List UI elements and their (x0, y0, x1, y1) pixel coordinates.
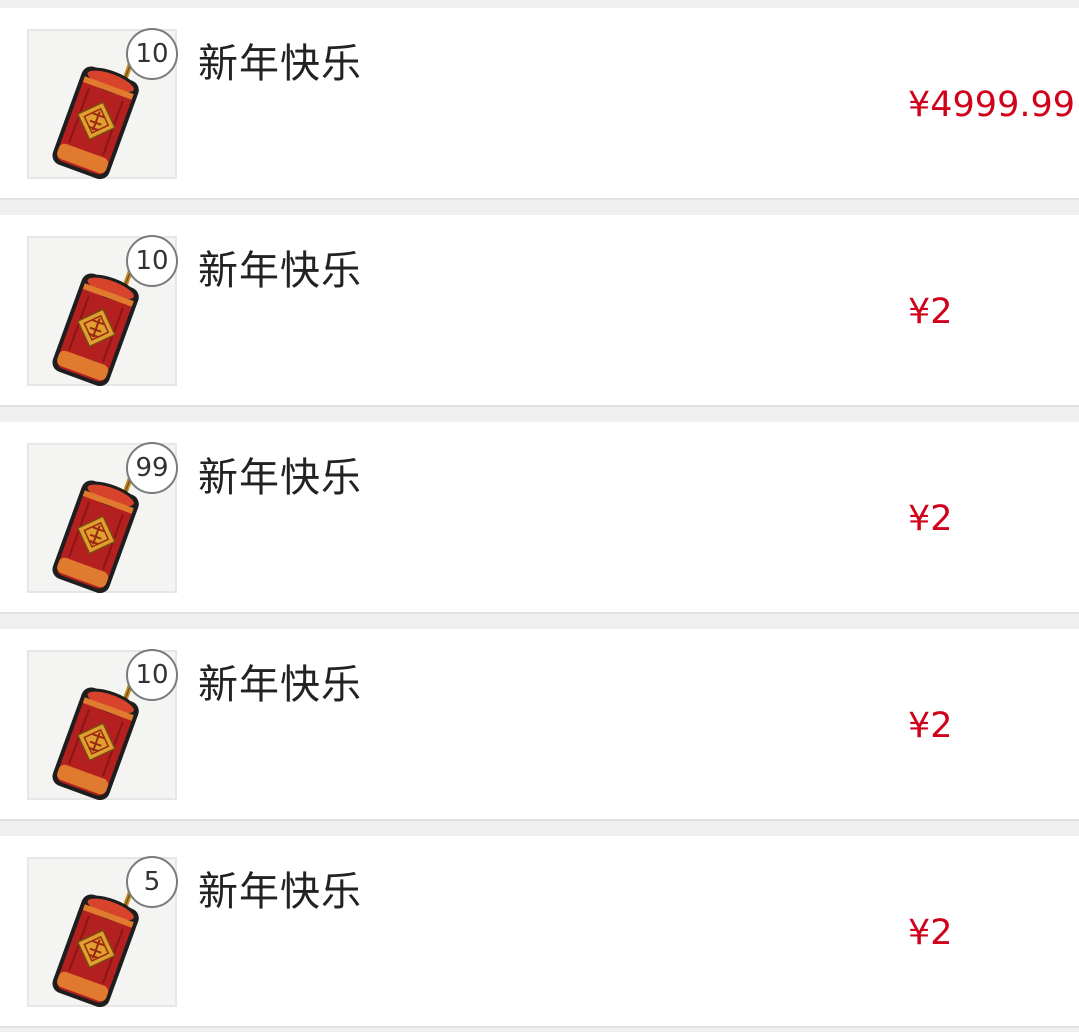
item-thumbnail: 10 (27, 649, 178, 800)
quantity-badge: 10 (126, 235, 178, 287)
list-item[interactable]: 10 新年快乐 ¥2 (0, 629, 1079, 821)
item-list: 10 新年快乐 ¥4999.99 10 新年快乐 ¥2 99 新年快乐 ¥2 1… (0, 0, 1079, 1032)
item-title: 新年快乐 (198, 455, 362, 501)
item-thumbnail: 99 (27, 442, 178, 593)
item-price: ¥2 (908, 913, 953, 953)
list-item[interactable]: 5 新年快乐 ¥2 (0, 836, 1079, 1028)
list-item[interactable]: 10 新年快乐 ¥2 (0, 215, 1079, 407)
quantity-badge: 10 (126, 649, 178, 701)
item-thumbnail: 5 (27, 856, 178, 1007)
item-thumbnail: 10 (27, 28, 178, 179)
item-title: 新年快乐 (198, 869, 362, 915)
item-price: ¥2 (908, 292, 953, 332)
quantity-badge: 99 (126, 442, 178, 494)
quantity-badge: 10 (126, 28, 178, 80)
list-item[interactable]: 10 新年快乐 ¥4999.99 (0, 8, 1079, 200)
item-price: ¥2 (908, 499, 953, 539)
quantity-badge: 5 (126, 856, 178, 908)
item-title: 新年快乐 (198, 662, 362, 708)
item-thumbnail: 10 (27, 235, 178, 386)
item-title: 新年快乐 (198, 41, 362, 87)
list-item[interactable]: 99 新年快乐 ¥2 (0, 422, 1079, 614)
item-price: ¥4999.99 (908, 85, 1076, 125)
item-price: ¥2 (908, 706, 953, 746)
item-title: 新年快乐 (198, 248, 362, 294)
